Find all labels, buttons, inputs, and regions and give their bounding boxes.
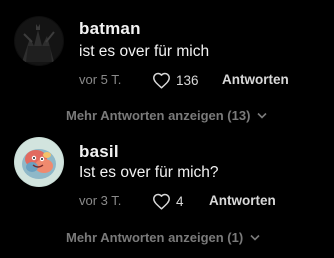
comment-text: Ist es over für mich?: [79, 164, 219, 181]
heart-outline-icon: [153, 72, 170, 89]
username[interactable]: batman: [79, 19, 141, 39]
avatar[interactable]: [14, 137, 64, 187]
like-button[interactable]: 136: [152, 70, 199, 90]
comment-meta: vor 3 T. 4 Antworten: [79, 191, 329, 211]
like-button[interactable]: 4: [152, 191, 184, 211]
comment-text: ist es over für mich: [79, 43, 210, 60]
chevron-down-icon: [257, 112, 268, 119]
view-more-replies[interactable]: Mehr Antworten anzeigen (1): [66, 228, 260, 246]
view-more-replies-label: Mehr Antworten anzeigen (1): [66, 229, 244, 245]
timestamp: vor 3 T.: [79, 193, 122, 208]
view-more-replies[interactable]: Mehr Antworten anzeigen (13): [66, 106, 268, 124]
avatar[interactable]: [14, 16, 64, 66]
like-count: 4: [176, 193, 184, 209]
like-count: 136: [176, 72, 199, 88]
reply-button[interactable]: Antworten: [209, 193, 276, 208]
heart-outline-icon: [153, 193, 170, 210]
view-more-replies-label: Mehr Antworten anzeigen (13): [66, 107, 251, 123]
comment-meta: vor 5 T. 136 Antworten: [79, 70, 329, 90]
chevron-down-icon: [250, 234, 260, 241]
username[interactable]: basil: [79, 142, 119, 162]
reply-button[interactable]: Antworten: [222, 72, 289, 87]
timestamp: vor 5 T.: [79, 72, 122, 87]
